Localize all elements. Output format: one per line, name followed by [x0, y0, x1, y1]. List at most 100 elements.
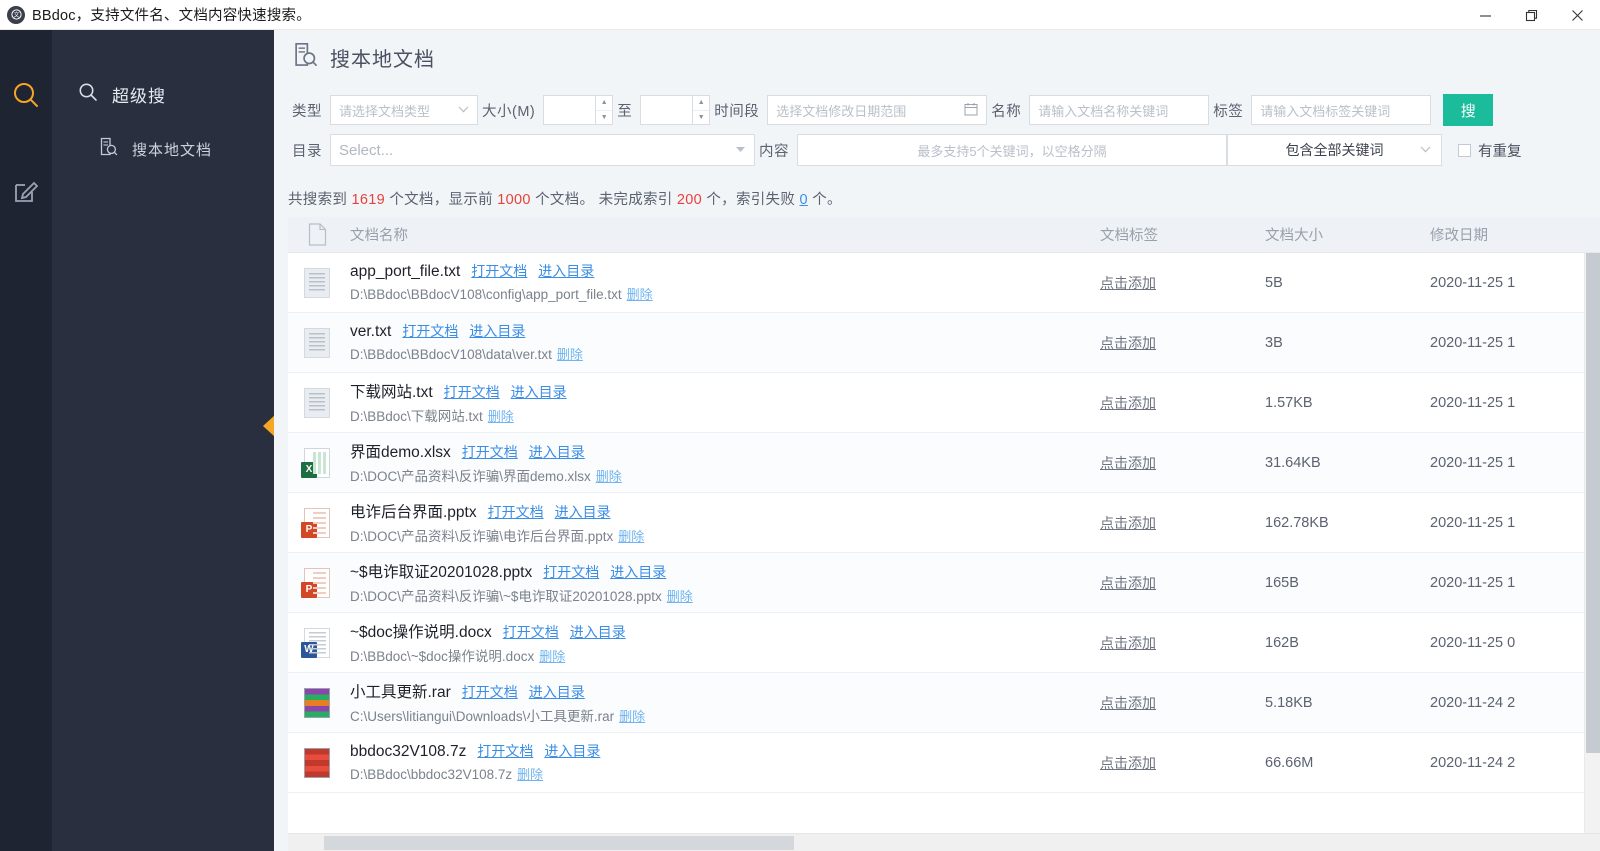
- goto-folder-link[interactable]: 进入目录: [610, 562, 666, 582]
- open-document-link[interactable]: 打开文档: [503, 622, 559, 642]
- add-tag-link[interactable]: 点击添加: [1100, 395, 1156, 411]
- open-document-link[interactable]: 打开文档: [488, 502, 544, 522]
- row-name-cell: ~$电诈取证20201028.pptx 打开文档 进入目录 D:\DOC\产品资料\反…: [346, 560, 1100, 606]
- table-row[interactable]: ver.txt 打开文档 进入目录 D:\BBdoc\BBdocV108\data\v…: [288, 313, 1600, 373]
- summary-pending: 200: [676, 192, 703, 208]
- delete-link[interactable]: 删除: [619, 709, 645, 724]
- close-button[interactable]: [1554, 0, 1600, 30]
- sidebar-group-super-search[interactable]: 超级搜: [52, 76, 274, 113]
- table-row[interactable]: P 电诈后台界面.pptx 打开文档 进入目录 D:\DOC\产品资料\反诈骗\电诈后台…: [288, 493, 1600, 553]
- vertical-scrollbar[interactable]: [1584, 253, 1600, 833]
- row-tag-cell: 点击添加: [1100, 393, 1265, 413]
- open-document-link[interactable]: 打开文档: [471, 261, 527, 281]
- size-to-stepper[interactable]: ▲ ▼: [692, 95, 711, 125]
- delete-link[interactable]: 删除: [557, 347, 583, 362]
- row-file-type-icon-cell: [288, 313, 346, 372]
- goto-folder-link[interactable]: 进入目录: [570, 622, 626, 642]
- row-date-cell: 2020-11-25 1: [1430, 334, 1600, 352]
- header-size[interactable]: 文档大小: [1265, 224, 1430, 245]
- calendar-icon[interactable]: [964, 102, 978, 119]
- goto-folder-link[interactable]: 进入目录: [529, 682, 585, 702]
- goto-folder-link[interactable]: 进入目录: [529, 442, 585, 462]
- delete-link[interactable]: 删除: [596, 469, 622, 484]
- stepper-up-icon[interactable]: ▲: [596, 96, 613, 111]
- add-tag-link[interactable]: 点击添加: [1100, 755, 1156, 771]
- delete-link[interactable]: 删除: [618, 529, 644, 544]
- sevenz-file-icon: [304, 747, 330, 778]
- header-date[interactable]: 修改日期: [1430, 224, 1600, 245]
- goto-folder-link[interactable]: 进入目录: [511, 382, 567, 402]
- page-title: 搜本地文档: [330, 48, 435, 71]
- size-from-stepper[interactable]: ▲ ▼: [595, 95, 614, 125]
- delete-link[interactable]: 删除: [539, 649, 565, 664]
- goto-folder-link[interactable]: 进入目录: [555, 502, 611, 522]
- add-tag-link[interactable]: 点击添加: [1100, 515, 1156, 531]
- name-label: 名称: [991, 103, 1022, 120]
- file-type-badge: X: [301, 461, 317, 478]
- duplicate-checkbox[interactable]: [1458, 143, 1471, 157]
- open-document-link[interactable]: 打开文档: [444, 382, 500, 402]
- type-select[interactable]: 请选择文档类型: [330, 95, 478, 125]
- file-size: 162.78KB: [1265, 514, 1329, 531]
- open-document-link[interactable]: 打开文档: [462, 442, 518, 462]
- table-row[interactable]: P ~$电诈取证20201028.pptx 打开文档 进入目录 D:\DOC\产品资料\…: [288, 553, 1600, 613]
- size-from-input[interactable]: [543, 95, 596, 125]
- table-header: 文档名称 文档标签 文档大小 修改日期: [288, 217, 1600, 253]
- minimize-button[interactable]: [1462, 0, 1508, 30]
- stepper-down-icon[interactable]: ▼: [596, 111, 612, 125]
- name-input[interactable]: 请输入文档名称关键词: [1029, 95, 1210, 125]
- delete-link[interactable]: 删除: [488, 409, 514, 424]
- goto-folder-link[interactable]: 进入目录: [544, 741, 600, 761]
- doc-search-icon: [98, 137, 118, 161]
- open-document-link[interactable]: 打开文档: [402, 321, 458, 341]
- table-row[interactable]: W ~$doc操作说明.docx 打开文档 进入目录 D:\BBdoc\~$doc操作说…: [288, 613, 1600, 673]
- duplicate-filter[interactable]: 有重复: [1458, 140, 1522, 161]
- delete-link[interactable]: 删除: [517, 767, 543, 782]
- horizontal-scrollbar-thumb[interactable]: [324, 835, 794, 850]
- date-range-input[interactable]: 选择文档修改日期范围: [767, 95, 988, 125]
- rar-file-icon: [304, 687, 330, 718]
- tag-input[interactable]: 请输入文档标签关键词: [1251, 95, 1432, 125]
- table-row[interactable]: 下载网站.txt 打开文档 进入目录 D:\BBdoc\下载网站.txt 删除 点击添加 1…: [288, 373, 1600, 433]
- stepper-up-icon[interactable]: ▲: [693, 96, 710, 111]
- header-name[interactable]: 文档名称: [346, 224, 1100, 245]
- add-tag-link[interactable]: 点击添加: [1100, 455, 1156, 471]
- row-size-cell: 1.57KB: [1265, 394, 1430, 412]
- vertical-scrollbar-thumb[interactable]: [1586, 253, 1600, 753]
- summary-failed-link[interactable]: 0: [799, 192, 807, 208]
- keyword-mode-select[interactable]: 包含全部关键词: [1227, 134, 1442, 166]
- table-row[interactable]: bbdoc32V108.7z 打开文档 进入目录 D:\BBdoc\bbdoc32V1…: [288, 733, 1600, 793]
- content-keywords-input[interactable]: 最多支持5个关键词，以空格分隔: [797, 134, 1227, 166]
- icon-rail: [0, 30, 52, 851]
- txt-file-icon: [304, 387, 330, 418]
- table-row[interactable]: X 界面demo.xlsx 打开文档 进入目录 D:\DOC\产品资料\反诈骗\界面de…: [288, 433, 1600, 493]
- row-size-cell: 5.18KB: [1265, 694, 1430, 712]
- add-tag-link[interactable]: 点击添加: [1100, 335, 1156, 351]
- goto-folder-link[interactable]: 进入目录: [538, 261, 594, 281]
- add-tag-link[interactable]: 点击添加: [1100, 635, 1156, 651]
- delete-link[interactable]: 删除: [667, 589, 693, 604]
- open-document-link[interactable]: 打开文档: [477, 741, 533, 761]
- delete-link[interactable]: 删除: [627, 287, 653, 302]
- rail-edit-icon[interactable]: [9, 174, 43, 208]
- add-tag-link[interactable]: 点击添加: [1100, 575, 1156, 591]
- row-tag-cell: 点击添加: [1100, 693, 1265, 713]
- add-tag-link[interactable]: 点击添加: [1100, 275, 1156, 291]
- goto-folder-link[interactable]: 进入目录: [469, 321, 525, 341]
- maximize-button[interactable]: [1508, 0, 1554, 30]
- search-button[interactable]: 搜: [1443, 94, 1494, 126]
- add-tag-link[interactable]: 点击添加: [1100, 695, 1156, 711]
- table-row[interactable]: app_port_file.txt 打开文档 进入目录 D:\BBdoc\BBdocV…: [288, 253, 1600, 313]
- directory-select[interactable]: Select...: [330, 134, 755, 166]
- open-document-link[interactable]: 打开文档: [543, 562, 599, 582]
- open-document-link[interactable]: 打开文档: [462, 682, 518, 702]
- horizontal-scrollbar[interactable]: [288, 833, 1600, 851]
- table-row[interactable]: 小工具更新.rar 打开文档 进入目录 C:\Users\litiangui\Down…: [288, 673, 1600, 733]
- tag-label: 标签: [1213, 103, 1244, 120]
- result-summary: 共搜索到 1619 个文档，显示前 1000 个文档。 未完成索引 200 个，…: [274, 178, 1600, 217]
- rail-search-icon[interactable]: [9, 78, 43, 112]
- sidebar-item-local-docs[interactable]: 搜本地文档: [52, 127, 274, 171]
- size-to-input[interactable]: [640, 95, 693, 125]
- header-tag[interactable]: 文档标签: [1100, 224, 1265, 245]
- stepper-down-icon[interactable]: ▼: [693, 111, 709, 125]
